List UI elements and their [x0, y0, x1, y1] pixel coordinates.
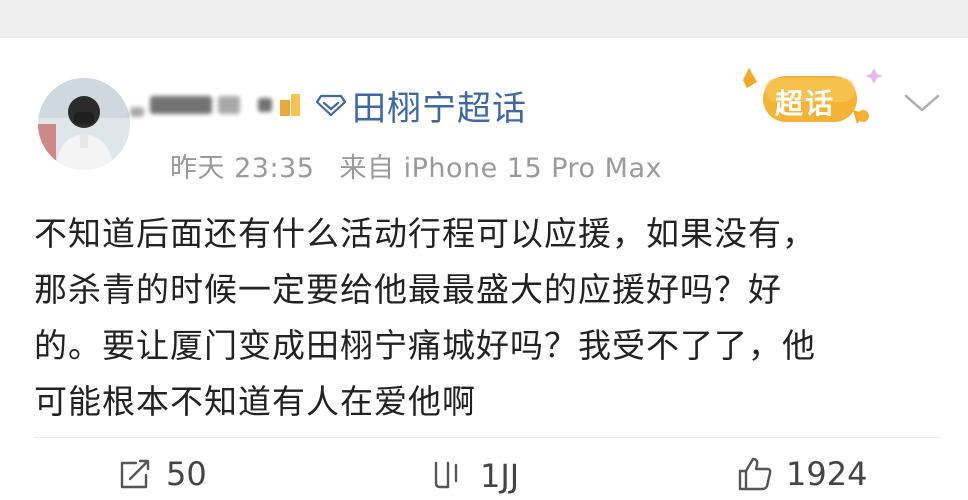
badge-text: 超话 — [775, 87, 836, 120]
username-fragment — [150, 96, 212, 114]
thumbs-up-icon — [738, 457, 772, 491]
share-icon — [120, 459, 150, 489]
username-fragment — [258, 98, 272, 112]
username-fragment — [218, 96, 240, 114]
comment-icon — [434, 461, 458, 489]
like-count: 1924 — [786, 455, 868, 493]
avatar[interactable] — [38, 78, 130, 170]
top-gray-bar — [0, 0, 968, 38]
post-line: 不知道后面还有什么活动行程可以应援，如果没有， — [34, 214, 816, 253]
diamond-icon — [316, 94, 346, 116]
topic-link[interactable]: 田栩宁超话 — [316, 81, 527, 130]
like-button[interactable]: 1924 — [736, 455, 867, 493]
comment-button[interactable]: 1JJ — [430, 457, 519, 495]
avatar-image — [38, 78, 130, 170]
username-obscured[interactable] — [130, 92, 302, 118]
post-line: 可能根本不知道有人在爱他啊 — [34, 382, 476, 421]
super-topic-badge[interactable]: 超话 — [735, 66, 885, 132]
post-source: 来自 iPhone 15 Pro Max — [339, 153, 662, 184]
medal-icon — [280, 94, 300, 116]
repost-count: 50 — [166, 455, 207, 493]
post-meta: 昨天 23:35 来自 iPhone 15 Pro Max — [170, 146, 662, 185]
post-text: 不知道后面还有什么活动行程可以应援，如果没有， 那杀青的时候一定要给他最最盛大的… — [34, 206, 934, 430]
post-line: 的。要让厦门变成田栩宁痛城好吗？我受不了了，他 — [34, 326, 816, 365]
comment-count: 1JJ — [480, 457, 520, 495]
username-fragment — [130, 107, 144, 117]
action-bar: 50 1JJ 1924 — [0, 455, 968, 500]
author-row: 田栩宁超话 — [130, 80, 527, 130]
post-line: 那杀青的时候一定要给他最最盛大的应援好吗？好 — [34, 270, 782, 309]
chevron-down-icon[interactable] — [902, 90, 942, 116]
divider — [34, 437, 940, 438]
post-time: 昨天 23:35 — [170, 153, 315, 184]
topic-name: 田栩宁超话 — [352, 88, 527, 129]
repost-button[interactable]: 50 — [116, 455, 207, 493]
